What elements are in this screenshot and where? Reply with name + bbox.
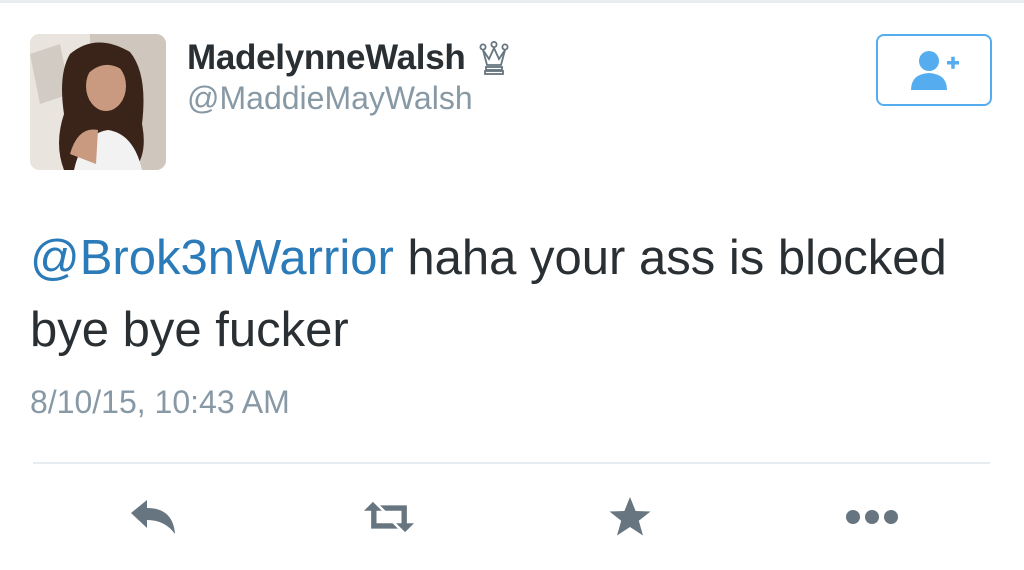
retweet-icon (364, 501, 414, 533)
profile-photo (30, 34, 166, 170)
display-name[interactable]: MadelynneWalsh (187, 38, 466, 78)
crown-icon (479, 41, 509, 75)
divider (33, 462, 990, 464)
reply-button[interactable] (128, 494, 178, 540)
timestamp[interactable]: 8/10/15, 10:43 AM (30, 384, 290, 421)
star-icon (609, 497, 651, 536)
more-button[interactable] (844, 494, 900, 540)
avatar[interactable] (30, 34, 166, 170)
follow-user-icon (911, 51, 959, 90)
follow-button[interactable] (876, 34, 992, 106)
favorite-button[interactable] (605, 494, 655, 540)
tweet-text: @Brok3nWarrior haha your ass is blocked … (30, 222, 990, 366)
user-handle[interactable]: @MaddieMayWalsh (187, 80, 473, 117)
more-icon (846, 510, 898, 524)
retweet-button[interactable] (364, 494, 414, 540)
top-border (0, 0, 1024, 3)
reply-icon (131, 500, 175, 534)
mention-link[interactable]: @Brok3nWarrior (30, 231, 394, 285)
